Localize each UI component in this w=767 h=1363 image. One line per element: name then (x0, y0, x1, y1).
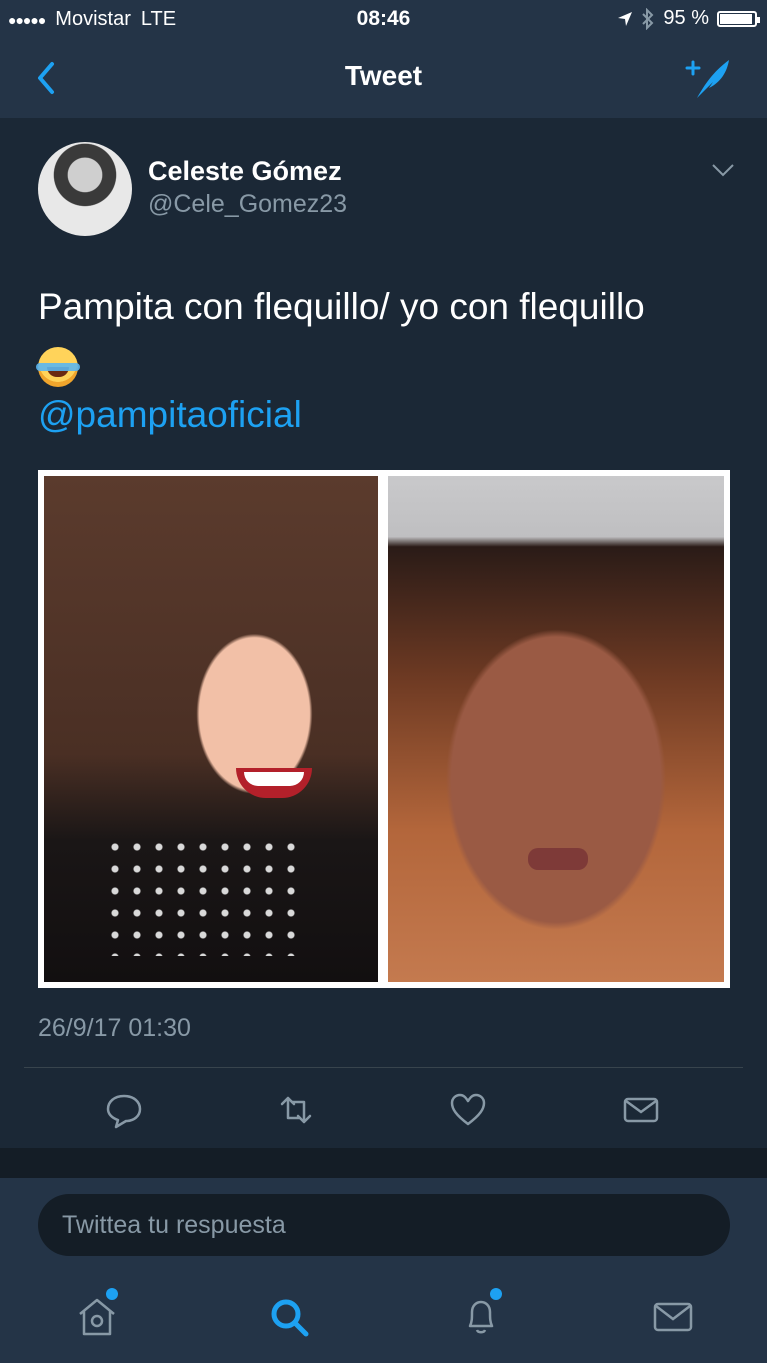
reply-area: Twittea tu respuesta (0, 1178, 767, 1274)
battery-percent: 95 % (663, 7, 709, 29)
reply-icon[interactable] (104, 1090, 144, 1130)
reply-input[interactable]: Twittea tu respuesta (38, 1194, 730, 1256)
section-gap (0, 1148, 767, 1178)
chevron-down-icon[interactable] (711, 162, 735, 178)
tab-home[interactable] (72, 1288, 122, 1342)
author-handle[interactable]: @Cele_Gomez23 (148, 190, 347, 219)
home-icon (79, 1298, 115, 1336)
status-bar: ●●●●● Movistar LTE 08:46 95 % (0, 0, 767, 40)
direct-message-icon[interactable] (621, 1090, 661, 1130)
photo-right-mouth (528, 848, 588, 870)
nav-bar: Tweet (0, 40, 767, 118)
page-title: Tweet (344, 60, 423, 91)
avatar[interactable] (38, 142, 132, 236)
tweet-media[interactable] (38, 470, 730, 988)
photo-left-studs (104, 836, 304, 956)
tab-notifications[interactable] (456, 1288, 506, 1342)
messages-icon (653, 1302, 693, 1332)
author-name[interactable]: Celeste Gómez (148, 156, 342, 187)
photo-left[interactable] (44, 476, 378, 982)
search-icon (271, 1299, 309, 1337)
bluetooth-icon (642, 7, 654, 30)
tab-messages[interactable] (648, 1292, 698, 1342)
status-right: 95 % (617, 7, 760, 30)
tweet-text: Pampita con flequillo/ yo con flequillo (36, 278, 728, 394)
tab-search[interactable] (264, 1292, 314, 1342)
mention-link[interactable]: @pampitaoficial (38, 394, 302, 436)
tab-bar (0, 1274, 767, 1363)
retweet-icon[interactable] (276, 1090, 316, 1130)
like-icon[interactable] (448, 1090, 488, 1130)
notifications-icon (468, 1300, 494, 1334)
compose-tweet-icon[interactable] (683, 54, 735, 102)
home-notification-dot (106, 1288, 118, 1300)
battery-icon (717, 10, 760, 27)
tweet-text-body: Pampita con flequillo/ yo con flequillo (38, 286, 645, 327)
tweet-detail: Celeste Gómez @Cele_Gomez23 Pampita con … (0, 118, 767, 1148)
tweet-actions (0, 1068, 767, 1148)
location-arrow-icon (618, 11, 633, 26)
notifications-dot (490, 1288, 502, 1300)
battery-fill (720, 13, 753, 24)
photo-right[interactable] (388, 476, 724, 982)
photo-left-teeth (244, 772, 304, 786)
tweet-timestamp: 26/9/17 01:30 (38, 1014, 191, 1042)
laughing-emoji-icon (36, 347, 80, 388)
